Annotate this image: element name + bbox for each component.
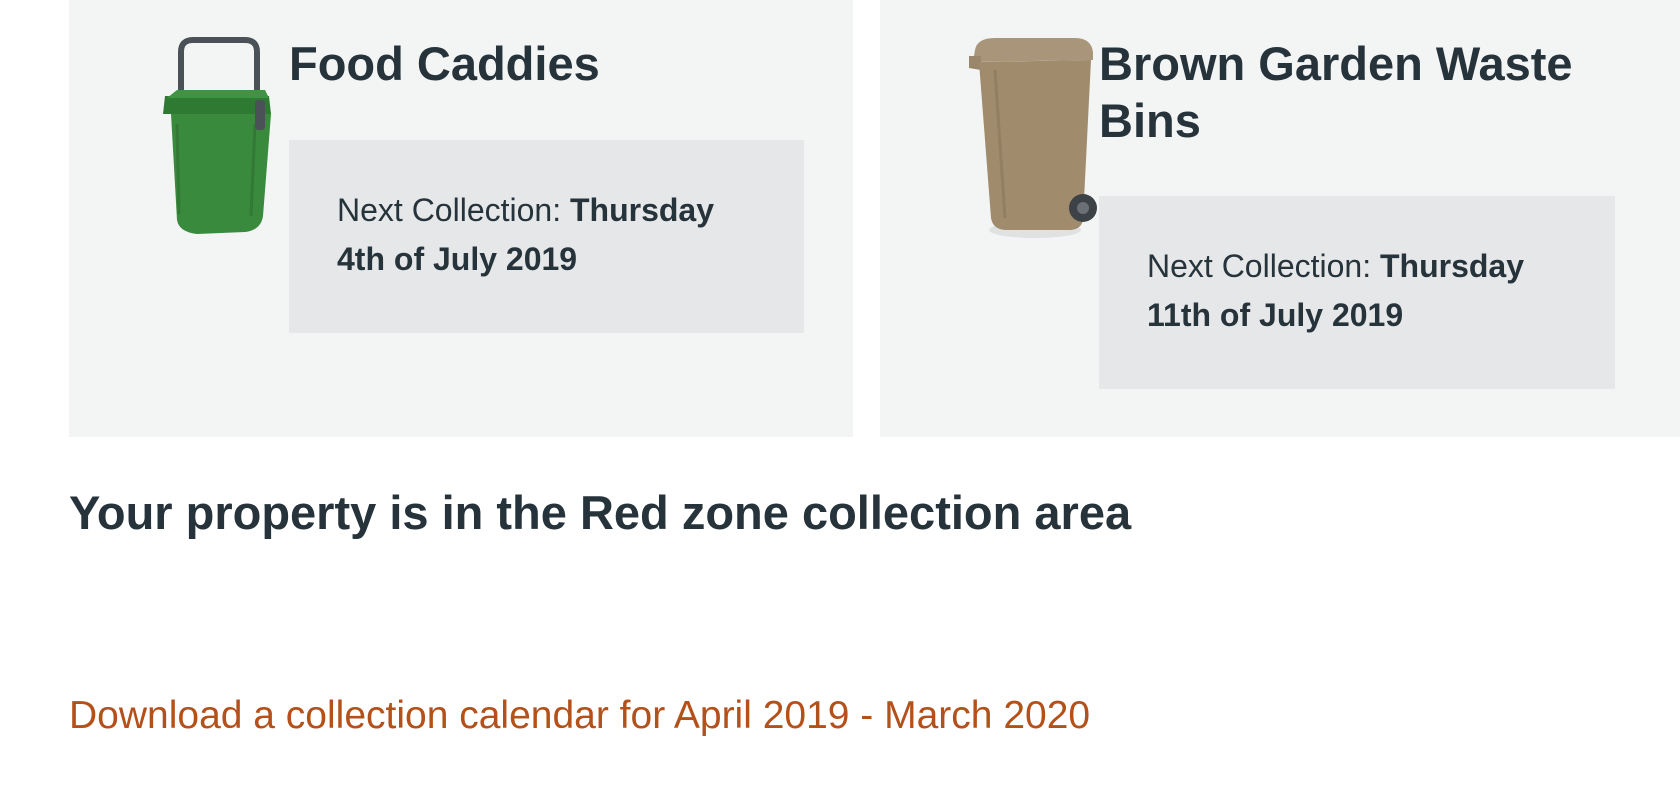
zone-prefix: Your property is in the (69, 486, 567, 539)
food-caddies-card: Food Caddies Next Collection: Thursday 4… (69, 0, 853, 437)
download-calendar-link[interactable]: Download a collection calendar for April… (69, 692, 1090, 740)
zone-suffix: collection area (801, 486, 1132, 539)
next-collection-box: Next Collection: Thursday 11th of July 2… (1099, 196, 1615, 389)
next-collection-box: Next Collection: Thursday 4th of July 20… (289, 140, 804, 333)
next-collection-label: Next Collection: (337, 192, 562, 228)
brown-wheelie-bin-icon (969, 38, 1097, 238)
brown-garden-waste-card: Brown Garden Waste Bins Next Collection:… (880, 0, 1680, 437)
next-collection-label: Next Collection: (1147, 248, 1372, 284)
collection-zone-heading: Your property is in the Red zone collect… (69, 483, 1131, 543)
card-title: Brown Garden Waste Bins (1099, 37, 1573, 147)
green-food-caddy-icon (163, 37, 271, 234)
zone-name: Red zone (579, 486, 789, 539)
card-title: Food Caddies (289, 37, 600, 90)
